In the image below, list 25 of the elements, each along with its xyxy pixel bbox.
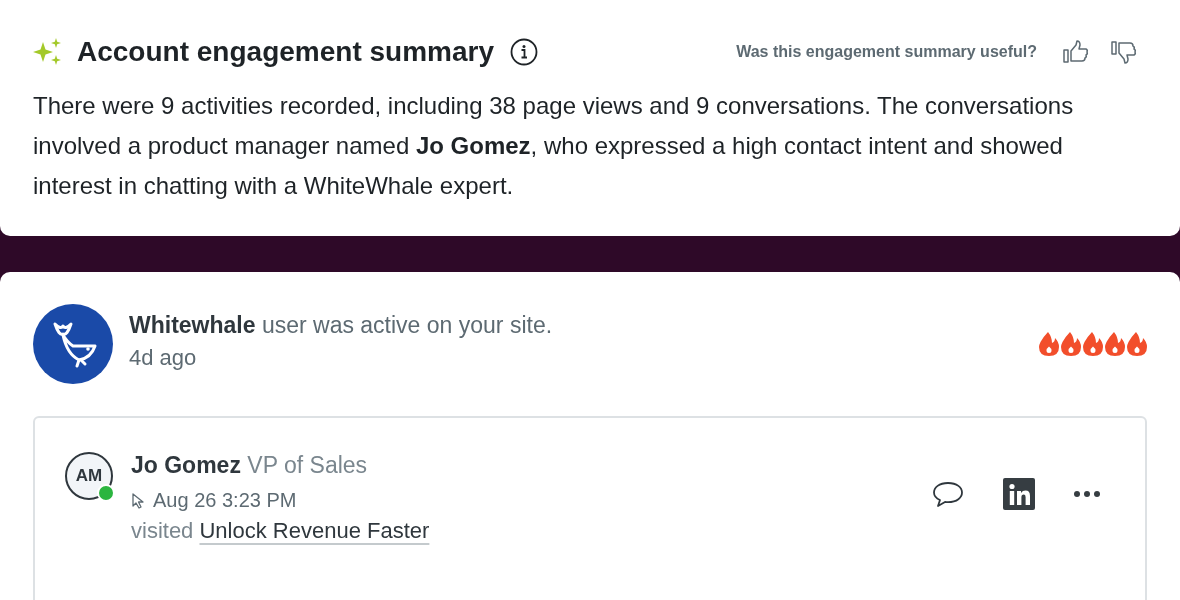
flame-icon — [1083, 332, 1103, 356]
page-link[interactable]: Unlock Revenue Faster — [199, 518, 430, 543]
info-icon[interactable] — [510, 38, 538, 66]
visitor-name[interactable]: Jo Gomez — [131, 452, 241, 478]
visit-timestamp: Aug 26 3:23 PM — [153, 489, 297, 512]
whale-logo-icon — [33, 304, 113, 384]
visitor-avatar: AM — [65, 452, 113, 500]
summary-text: There were 9 activities recorded, including 38 page views and 9 conversations. The conversations involved a product manager named Jo Gomez, who expressed a high contact intent and showed interest in chatting with a WhiteWhale expert. — [33, 91, 1075, 201]
thumbs-up-icon[interactable] — [1063, 40, 1089, 64]
activity-time: 4d ago — [129, 345, 198, 371]
visitor-role: VP of Sales — [247, 452, 368, 478]
feedback-prompt: Was this engagement summary useful? — [736, 43, 1037, 61]
company-name[interactable]: Whitewhale — [129, 312, 256, 338]
flame-icon — [1127, 332, 1147, 356]
more-options-icon[interactable] — [1073, 490, 1101, 498]
flame-icon — [1039, 332, 1059, 356]
summary-title: Account engagement summary — [77, 36, 494, 68]
flame-icon — [1061, 332, 1081, 356]
visit-action: visited — [131, 518, 194, 543]
thumbs-down-icon[interactable] — [1111, 40, 1137, 64]
comment-icon[interactable] — [931, 480, 965, 508]
activity-message: user was active on your site. — [261, 312, 553, 338]
linkedin-icon[interactable] — [1003, 478, 1035, 510]
cursor-icon — [131, 492, 145, 509]
flame-icon — [1105, 332, 1125, 356]
